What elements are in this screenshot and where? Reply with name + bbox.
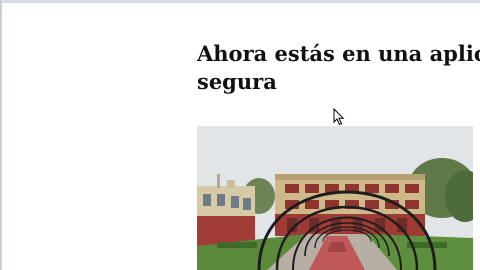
arrow-cursor-icon bbox=[333, 107, 345, 126]
courtyard-photo bbox=[197, 126, 473, 270]
page-heading-line1: Ahora estás en una aplicacio bbox=[197, 41, 480, 66]
page-heading-line2: segura bbox=[197, 69, 277, 94]
page-heading: Ahora estás en una aplicacio segura bbox=[197, 40, 480, 96]
